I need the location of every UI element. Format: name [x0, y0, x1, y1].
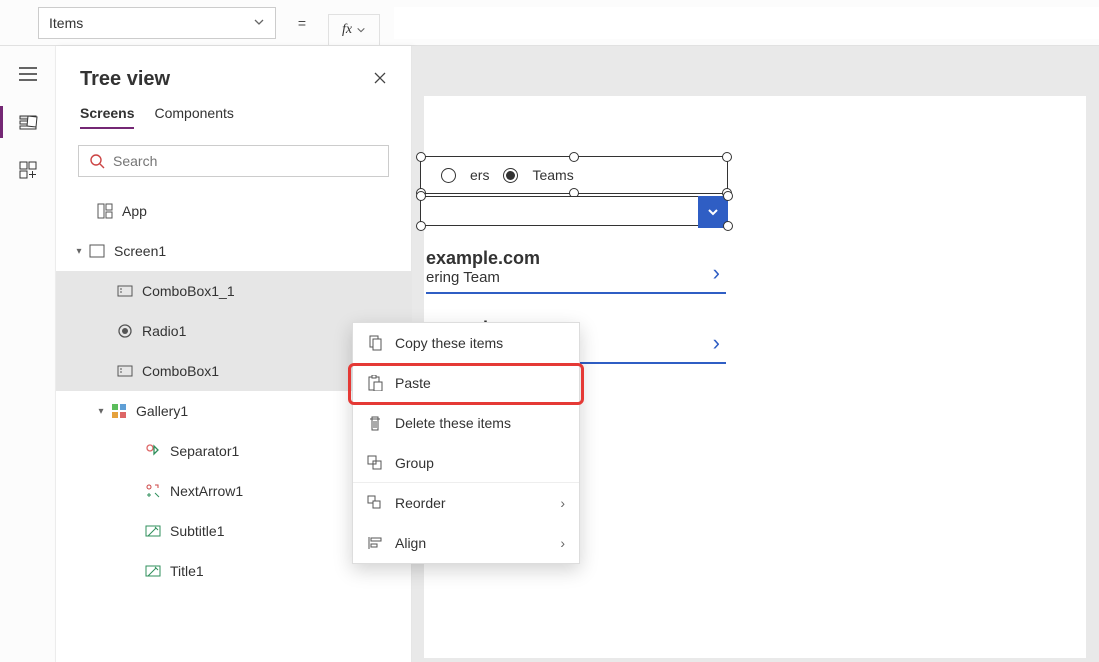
shapes-icon — [144, 482, 162, 500]
radio-label: ers — [470, 167, 489, 183]
resize-handle[interactable] — [416, 152, 426, 162]
app-icon — [96, 202, 114, 220]
app-root: Items = fx Tree view — [0, 0, 1099, 662]
label-icon — [144, 562, 162, 580]
tab-components[interactable]: Components — [154, 105, 233, 129]
gallery-subtitle: ering Team — [426, 269, 726, 286]
search-input[interactable] — [78, 145, 389, 177]
chevron-right-icon[interactable]: › — [713, 260, 720, 286]
group-icon — [367, 455, 383, 471]
combobox-icon — [116, 282, 134, 300]
property-selector-label: Items — [49, 15, 83, 31]
gallery-title: example.com — [426, 248, 726, 269]
search-field[interactable] — [113, 153, 378, 169]
close-icon[interactable] — [373, 71, 387, 88]
radio-option-selected[interactable] — [503, 168, 518, 183]
reorder-icon — [367, 495, 383, 511]
context-menu-label: Align — [395, 535, 426, 551]
hamburger-icon[interactable] — [16, 62, 40, 86]
context-menu-delete[interactable]: Delete these items — [353, 403, 579, 443]
combobox-control[interactable] — [420, 196, 728, 226]
label-icon — [144, 522, 162, 540]
context-menu-group[interactable]: Group — [353, 443, 579, 483]
context-menu-label: Delete these items — [395, 415, 511, 431]
separator-icon — [144, 442, 162, 460]
context-menu-copy[interactable]: Copy these items — [353, 323, 579, 363]
left-rail — [0, 46, 56, 662]
chevron-down-icon — [356, 25, 366, 35]
resize-handle[interactable] — [723, 221, 733, 231]
equals-label: = — [290, 15, 314, 31]
chevron-down-icon: ▾ — [92, 406, 110, 417]
tree-label: NextArrow1 — [170, 483, 243, 499]
context-menu-label: Reorder — [395, 495, 446, 511]
tree-node-combobox1-1[interactable]: ComboBox1_1 — [56, 271, 411, 311]
chevron-right-icon: › — [560, 535, 565, 551]
chevron-right-icon: › — [560, 495, 565, 511]
tree-label: ComboBox1 — [142, 363, 219, 379]
tree-label: Gallery1 — [136, 403, 188, 419]
tree-label: Separator1 — [170, 443, 239, 459]
tree-view-icon[interactable] — [16, 110, 40, 134]
separator — [426, 292, 726, 294]
radio-icon — [116, 322, 134, 340]
paste-icon — [367, 375, 383, 391]
tree-tabs: Screens Components — [56, 95, 411, 135]
search-icon — [89, 153, 105, 169]
tree-node-screen1[interactable]: ▾ Screen1 — [56, 231, 411, 271]
resize-handle[interactable] — [723, 191, 733, 201]
tree-label: App — [122, 203, 147, 219]
formula-bar: Items = fx — [0, 0, 1099, 46]
context-menu-align[interactable]: Align › — [353, 523, 579, 563]
align-icon — [367, 535, 383, 551]
radio-control[interactable]: ers Teams — [420, 156, 728, 194]
combobox-icon — [116, 362, 134, 380]
insert-icon[interactable] — [16, 158, 40, 182]
screen-icon — [88, 242, 106, 260]
radio-label: Teams — [532, 167, 573, 183]
gallery-item[interactable]: example.com ering Team › — [426, 244, 726, 302]
tree-node-app[interactable]: App — [56, 191, 411, 231]
gallery-icon — [110, 402, 128, 420]
resize-handle[interactable] — [416, 191, 426, 201]
property-selector[interactable]: Items — [38, 7, 276, 39]
fx-icon: fx — [342, 22, 352, 38]
context-menu: Copy these items Paste Delete these item… — [352, 322, 580, 564]
tree-label: Screen1 — [114, 243, 166, 259]
fx-dropdown[interactable]: fx — [328, 14, 380, 46]
resize-handle[interactable] — [569, 152, 579, 162]
copy-icon — [367, 335, 383, 351]
tree-label: Radio1 — [142, 323, 186, 339]
tree-label: ComboBox1_1 — [142, 283, 235, 299]
tree-label: Title1 — [170, 563, 204, 579]
delete-icon — [367, 415, 383, 431]
tab-screens[interactable]: Screens — [80, 105, 134, 129]
chevron-right-icon[interactable]: › — [713, 330, 720, 356]
context-menu-paste[interactable]: Paste — [353, 363, 579, 403]
formula-input[interactable] — [394, 7, 1099, 39]
chevron-down-icon — [253, 15, 265, 31]
resize-handle[interactable] — [722, 152, 732, 162]
context-menu-label: Group — [395, 455, 434, 471]
chevron-down-icon: ▾ — [70, 246, 88, 257]
tree-view-title: Tree view — [80, 68, 170, 91]
context-menu-reorder[interactable]: Reorder › — [353, 483, 579, 523]
context-menu-label: Copy these items — [395, 335, 503, 351]
tree-label: Subtitle1 — [170, 523, 224, 539]
radio-option[interactable] — [441, 168, 456, 183]
context-menu-label: Paste — [395, 375, 431, 391]
resize-handle[interactable] — [416, 221, 426, 231]
